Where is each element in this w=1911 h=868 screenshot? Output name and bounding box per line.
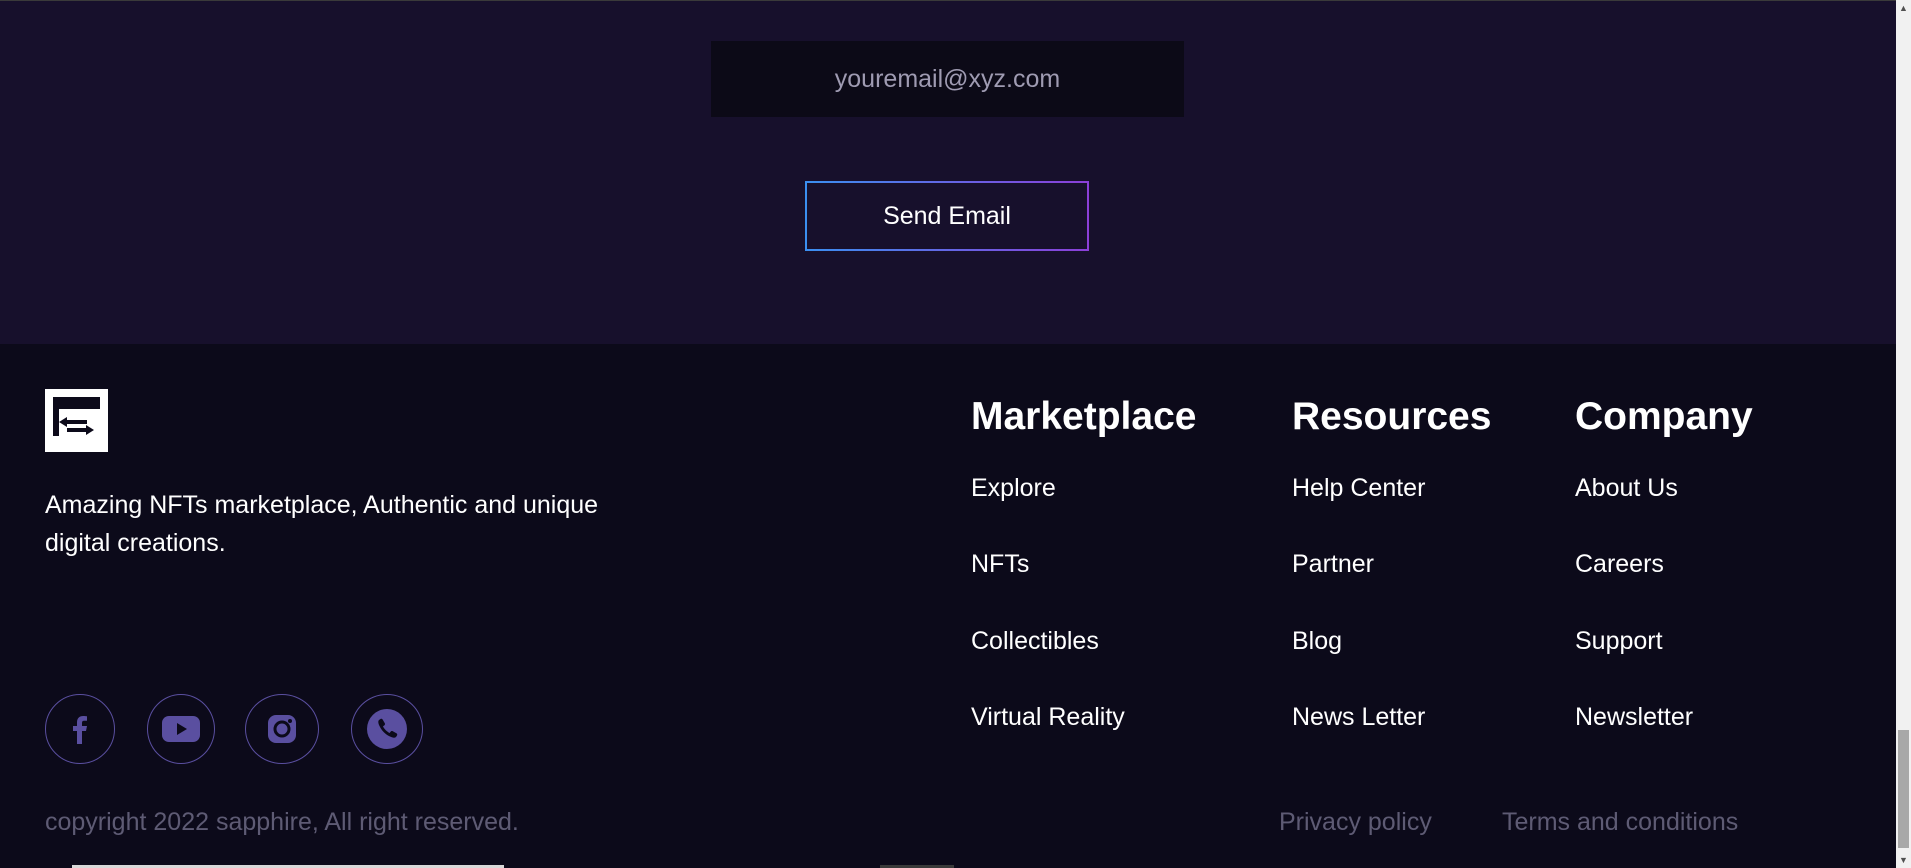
link-collectibles[interactable]: Collectibles — [971, 627, 1099, 656]
instagram-link[interactable] — [245, 694, 319, 764]
tagline-line-1: Amazing NFTs marketplace, Authentic and … — [45, 491, 599, 519]
link-nfts[interactable]: NFTs — [971, 550, 1029, 579]
send-email-button[interactable]: Send Email — [805, 181, 1089, 251]
link-partner[interactable]: Partner — [1292, 550, 1374, 579]
footer-column-marketplace: Marketplace Explore NFTs Collectibles Vi… — [971, 394, 1197, 731]
tagline-line-2: digital creations. — [45, 529, 226, 557]
site-footer: Amazing NFTs marketplace, Authentic and … — [0, 344, 1896, 868]
link-virtual-reality[interactable]: Virtual Reality — [971, 703, 1125, 732]
scroll-down-arrow-icon[interactable]: ▼ — [1896, 852, 1911, 868]
link-newsletter[interactable]: Newsletter — [1575, 703, 1693, 732]
link-support[interactable]: Support — [1575, 627, 1663, 656]
link-news-letter[interactable]: News Letter — [1292, 703, 1425, 732]
footer-column-resources: Resources Help Center Partner Blog News … — [1292, 394, 1492, 731]
phone-link[interactable] — [351, 694, 423, 764]
subscribe-section: Send Email — [0, 1, 1896, 344]
scroll-up-arrow-icon[interactable]: ▲ — [1896, 0, 1911, 16]
column-title-company: Company — [1575, 395, 1753, 438]
phone-icon — [367, 709, 407, 749]
footer-column-company: Company About Us Careers Support Newslet… — [1575, 394, 1753, 731]
social-links — [45, 694, 445, 764]
youtube-icon — [162, 716, 200, 742]
privacy-policy-link[interactable]: Privacy policy — [1279, 808, 1432, 837]
facebook-icon — [73, 716, 87, 744]
terms-link[interactable]: Terms and conditions — [1502, 808, 1738, 837]
column-title-marketplace: Marketplace — [971, 395, 1197, 438]
youtube-link[interactable] — [147, 694, 215, 764]
vertical-scrollbar[interactable]: ▲ ▼ — [1896, 0, 1911, 868]
facebook-link[interactable] — [45, 694, 115, 764]
instagram-icon — [268, 715, 296, 743]
column-title-resources: Resources — [1292, 395, 1492, 438]
link-careers[interactable]: Careers — [1575, 550, 1664, 579]
footer-tagline: Amazing NFTs marketplace, Authentic and … — [45, 486, 635, 562]
link-about-us[interactable]: About Us — [1575, 474, 1678, 503]
link-blog[interactable]: Blog — [1292, 627, 1342, 656]
scrollbar-thumb[interactable] — [1898, 730, 1909, 848]
swap-arrows-logo-icon[interactable] — [45, 389, 108, 452]
copyright-text: copyright 2022 sapphire, All right reser… — [45, 808, 519, 836]
link-explore[interactable]: Explore — [971, 474, 1056, 503]
email-input[interactable] — [711, 41, 1184, 117]
link-help-center[interactable]: Help Center — [1292, 474, 1425, 503]
